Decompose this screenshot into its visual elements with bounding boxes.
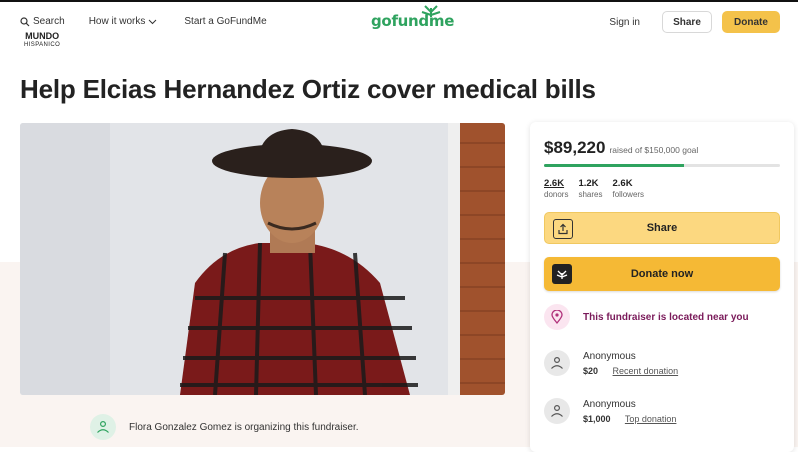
search-label: Search [33,16,65,27]
organizer-avatar [90,414,116,440]
signin-link[interactable]: Sign in [609,17,640,28]
donor-name: Anonymous [583,398,636,410]
top-donation-link[interactable]: Top donation [625,414,677,424]
location-row: This fundraiser is located near you [544,304,749,330]
amount-row: $89,220 raised of $150,000 goal [544,138,698,158]
mundo-hispanico-watermark: MUNDO HISPANICO [24,32,60,49]
progress-bar-fill [544,164,685,167]
share-button[interactable]: Share [544,212,780,244]
donate-now-label: Donate now [630,268,694,280]
raised-amount: $89,220 [544,138,606,157]
stat-followers: 2.6K followers [612,178,644,200]
header-share-button[interactable]: Share [662,11,712,33]
how-it-works-label: How it works [88,16,146,27]
donation-line: $1,000 Top donation [583,414,676,424]
stat-donors-label: donors [544,190,569,199]
donor-hand-icon [551,404,563,417]
stats-row: 2.6K donors 1.2K shares 2.6K followers [544,178,654,200]
how-it-works-menu[interactable]: How it works [89,16,161,27]
donation-amount: $20 [583,365,599,376]
donor-hand-icon [551,356,563,369]
donation-sidebar: $89,220 raised of $150,000 goal 2.6K don… [530,122,794,452]
nav-right: Sign in Share Donate [609,11,780,33]
organizer-row: Flora Gonzalez Gomez is organizing this … [90,414,359,440]
donation-amount: $1,000 [583,413,611,424]
stat-shares-number: 1.2K [578,178,599,189]
fundraiser-photo[interactable] [20,123,505,395]
start-gofundme-label: Start a GoFundMe [184,16,267,27]
top-navbar: Search How it works Start a GoFundMe gof… [0,0,798,44]
stat-donors-number: 2.6K [544,178,565,189]
stat-shares-label: shares [578,190,603,199]
donation-item: Anonymous $20 Recent donation [544,350,678,376]
stat-followers-label: followers [612,190,645,199]
stat-shares: 1.2K shares [578,178,602,200]
donation-info: Anonymous $1,000 Top donation [583,399,676,424]
organizer-text: Flora Gonzalez Gomez is organizing this … [129,421,359,433]
donor-avatar [544,350,570,376]
search-icon [20,16,30,26]
donate-now-button[interactable]: Donate now [544,257,780,291]
organizer-hand-icon [97,420,109,433]
donor-avatar [544,398,570,424]
search-link[interactable]: Search [20,16,65,27]
chevron-down-icon [149,19,157,24]
location-text: This fundraiser is located near you [583,311,749,323]
donation-item: Anonymous $1,000 Top donation [544,398,676,424]
donor-name: Anonymous [583,350,636,362]
recent-donation-link[interactable]: Recent donation [613,366,679,376]
location-icon-circle [544,304,570,330]
start-gofundme-link[interactable]: Start a GoFundMe [184,16,266,27]
gofundme-leaf-icon [421,5,441,17]
share-button-label: Share [646,222,678,234]
nav-left: Search How it works Start a GoFundMe [20,16,291,27]
location-pin-icon [551,310,563,324]
donation-line: $20 Recent donation [583,366,678,376]
donation-info: Anonymous $20 Recent donation [583,351,678,376]
goal-text: raised of $150,000 goal [609,145,699,155]
header-donate-button[interactable]: Donate [722,11,780,33]
progress-bar [544,164,780,167]
fundraiser-photo-illustration [20,123,505,395]
page-title: Help Elcias Hernandez Ortiz cover medica… [20,74,596,104]
stat-donors[interactable]: 2.6K donors [544,178,568,200]
watermark-line1: MUNDO [25,31,60,41]
watermark-line2: HISPANICO [24,42,61,48]
stat-followers-number: 2.6K [612,178,633,189]
